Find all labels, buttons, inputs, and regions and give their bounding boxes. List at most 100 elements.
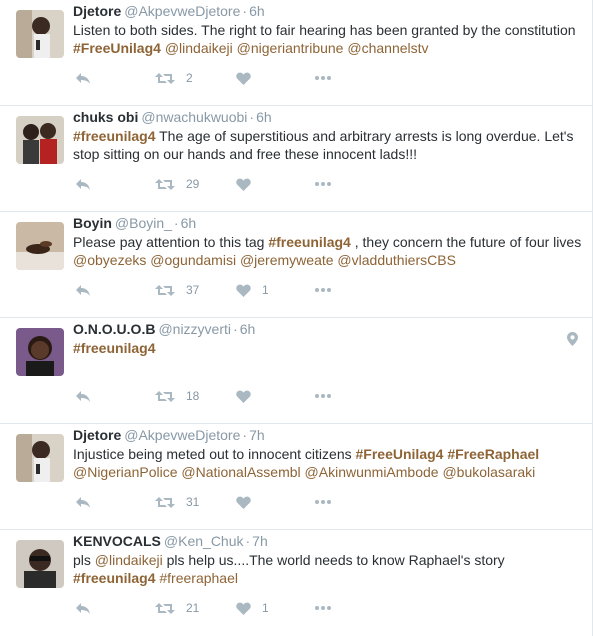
retweet-button[interactable]: 2	[155, 68, 193, 88]
mention-link[interactable]: @ogundamisi	[150, 252, 236, 268]
retweet-button[interactable]: 37	[155, 280, 199, 300]
hashtag-link[interactable]: #freeunilag4	[268, 234, 350, 250]
tweet-text-segment: , they concern the future of four lives	[350, 234, 582, 250]
reply-button[interactable]	[75, 280, 91, 300]
avatar[interactable]	[16, 10, 64, 58]
timestamp[interactable]: 7h	[252, 533, 268, 549]
author-handle[interactable]: @Ken_Chuk	[164, 533, 244, 549]
mention-link[interactable]: #freeraphael	[159, 570, 238, 586]
tweet[interactable]: O.N.O.U.O.B @nizzyverti · 6h #freeunilag4 18	[0, 318, 593, 424]
mention-link[interactable]: @jeremyweate	[240, 252, 334, 268]
mention-link[interactable]: @obyezeks	[73, 252, 146, 268]
author-handle[interactable]: @nizzyverti	[158, 321, 231, 337]
avatar[interactable]	[16, 328, 64, 376]
tweet-header: O.N.O.U.O.B @nizzyverti · 6h	[73, 320, 582, 338]
reply-button[interactable]	[75, 68, 91, 88]
mention-link[interactable]: @AkinwunmiAmbode	[305, 464, 439, 480]
avatar[interactable]	[16, 222, 64, 270]
tweet[interactable]: Boyin @Boyin_ · 6h Please pay attention to t…	[0, 212, 593, 318]
author-handle[interactable]: @Boyin_	[115, 215, 172, 231]
reply-icon	[75, 602, 91, 615]
mention-link[interactable]: @nigeriantribune	[237, 40, 344, 56]
hashtag-link[interactable]: #FreeUnilag4	[73, 40, 161, 56]
author-name[interactable]: KENVOCALS	[73, 533, 161, 549]
tweet-text: Injustice being meted out to innocent ci…	[73, 445, 582, 481]
more-button[interactable]	[315, 68, 331, 88]
author-handle[interactable]: @nwachukwuobi	[141, 109, 247, 125]
more-button[interactable]	[315, 386, 331, 406]
retweet-icon	[155, 72, 175, 85]
heart-icon	[236, 72, 251, 85]
tweet-text: Listen to both sides. The right to fair …	[73, 21, 582, 57]
tweet-actions: 18	[73, 386, 413, 406]
hashtag-link[interactable]: #FreeUnilag4	[356, 446, 444, 462]
like-button[interactable]	[236, 492, 262, 512]
tweet[interactable]: Djetore @AkpevweDjetore · 6h Listen to both …	[0, 0, 593, 106]
mention-link[interactable]: @lindaikeji	[165, 40, 233, 56]
like-button[interactable]: 1	[236, 280, 269, 300]
mention-link[interactable]: @NationalAssembl	[181, 464, 300, 480]
mention-link[interactable]: @lindaikeji	[95, 552, 163, 568]
retweet-button[interactable]: 29	[155, 174, 199, 194]
like-button[interactable]: 1	[236, 598, 269, 618]
author-name[interactable]: Djetore	[73, 427, 121, 443]
retweet-button[interactable]: 31	[155, 492, 199, 512]
location-pin-icon[interactable]	[567, 332, 578, 351]
author-name[interactable]: Djetore	[73, 3, 121, 19]
timestamp[interactable]: 6h	[249, 3, 265, 19]
retweet-button[interactable]: 18	[155, 386, 199, 406]
reply-icon	[75, 72, 91, 85]
author-name[interactable]: chuks obi	[73, 109, 138, 125]
like-button[interactable]	[236, 386, 262, 406]
mention-link[interactable]: @bukolasaraki	[442, 464, 535, 480]
author-handle[interactable]: @AkpevweDjetore	[124, 3, 240, 19]
hashtag-link[interactable]: #freeunilag4	[73, 340, 155, 356]
more-button[interactable]	[315, 492, 331, 512]
timestamp[interactable]: 7h	[249, 427, 265, 443]
more-button[interactable]	[315, 598, 331, 618]
author-name[interactable]: Boyin	[73, 215, 112, 231]
mention-link[interactable]: @NigerianPolice	[73, 464, 177, 480]
author-handle[interactable]: @AkpevweDjetore	[124, 427, 240, 443]
mention-link[interactable]: @vladduthiersCBS	[337, 252, 456, 268]
tweet[interactable]: KENVOCALS @Ken_Chuk · 7h pls @lindaikeji pls…	[0, 530, 593, 636]
more-icon	[315, 394, 331, 398]
more-button[interactable]	[315, 280, 331, 300]
tweet-header: KENVOCALS @Ken_Chuk · 7h	[73, 532, 582, 550]
hashtag-link[interactable]: #FreeRaphael	[447, 446, 539, 462]
avatar[interactable]	[16, 434, 64, 482]
like-count: 1	[262, 283, 269, 297]
like-button[interactable]	[236, 68, 262, 88]
tweet-header: chuks obi @nwachukwuobi · 6h	[73, 108, 582, 126]
tweet-actions: 2	[73, 68, 413, 88]
tweet[interactable]: chuks obi @nwachukwuobi · 6h #freeunilag4 Th…	[0, 106, 593, 212]
author-name[interactable]: O.N.O.U.O.B	[73, 321, 155, 337]
like-count: 1	[262, 601, 269, 615]
like-button[interactable]	[236, 174, 262, 194]
timestamp[interactable]: 6h	[240, 321, 256, 337]
avatar[interactable]	[16, 116, 64, 164]
separator-dot: ·	[245, 533, 251, 549]
separator-dot: ·	[242, 3, 248, 19]
reply-button[interactable]	[75, 492, 91, 512]
reply-icon	[75, 496, 91, 509]
reply-button[interactable]	[75, 174, 91, 194]
mention-link[interactable]: @channelstv	[347, 40, 428, 56]
more-icon	[315, 288, 331, 292]
heart-icon	[236, 284, 251, 297]
timestamp[interactable]: 6h	[181, 215, 197, 231]
timestamp[interactable]: 6h	[256, 109, 272, 125]
tweet[interactable]: Djetore @AkpevweDjetore · 7h Injustice being…	[0, 424, 593, 530]
reply-button[interactable]	[75, 598, 91, 618]
tweet-actions: 37 1	[73, 280, 413, 300]
separator-dot: ·	[233, 321, 238, 337]
separator-dot: ·	[249, 109, 255, 125]
avatar[interactable]	[16, 540, 64, 588]
retweet-button[interactable]: 21	[155, 598, 199, 618]
more-button[interactable]	[315, 174, 331, 194]
hashtag-link[interactable]: #freeunilag4	[73, 570, 155, 586]
hashtag-link[interactable]: #freeunilag4	[73, 128, 155, 144]
retweet-icon	[155, 284, 175, 297]
tweet-text: #freeunilag4 The age of superstitious an…	[73, 127, 582, 163]
reply-button[interactable]	[75, 386, 91, 406]
